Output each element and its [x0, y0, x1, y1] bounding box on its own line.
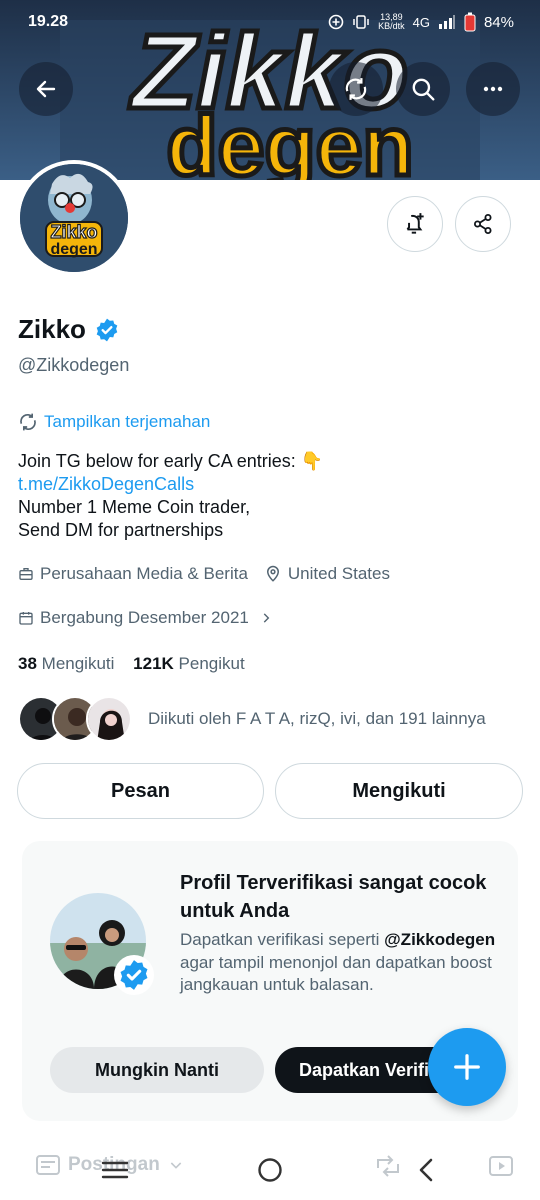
back-nav-icon[interactable] — [416, 1157, 436, 1183]
followed-by-text: Diikuti oleh F A T A, rizQ, ivi, dan 191… — [148, 709, 486, 728]
more-button[interactable] — [466, 62, 520, 116]
arrow-left-icon — [36, 80, 56, 98]
home-icon[interactable] — [256, 1156, 284, 1184]
share-icon — [474, 214, 492, 234]
promo-description: Dapatkan verifikasi seperti @Zikkodegen … — [180, 929, 500, 997]
avatar-image: Zikko degen — [20, 164, 128, 272]
bio-line-4: Send DM for partnerships — [18, 520, 224, 540]
profile-avatar[interactable]: Zikko degen — [16, 160, 132, 276]
promo-verified-badge — [114, 955, 154, 995]
battery-icon — [464, 12, 476, 32]
data-saver-icon — [328, 14, 344, 30]
briefcase-icon — [19, 568, 33, 580]
profile-location: United States — [287, 564, 390, 583]
bio-line-3: Number 1 Meme Coin trader, — [18, 497, 251, 517]
following-stat[interactable]: 38 Mengikuti — [18, 654, 114, 673]
profile-bio: Join TG below for early CA entries: 👇 t.… — [18, 450, 323, 542]
profile-joined: Bergabung Desember 2021 — [40, 608, 249, 627]
followers-stat[interactable]: 121K Pengikut — [133, 654, 245, 673]
profile-category: Perusahaan Media & Berita — [40, 564, 248, 583]
promo-desc-suffix: agar tampil menonjol dan dapatkan boost … — [180, 952, 492, 995]
translate-link[interactable]: Tampilkan terjemahan — [18, 412, 210, 432]
follow-stats: 38 Mengikuti 121K Pengikut — [18, 654, 245, 674]
recent-apps-icon[interactable] — [101, 1158, 129, 1182]
status-time: 19.28 — [28, 13, 69, 30]
search-icon — [412, 78, 435, 101]
bio-link[interactable]: t.me/ZikkoDegenCalls — [18, 473, 323, 496]
battery-level: 84% — [483, 13, 514, 31]
calendar-icon — [19, 612, 33, 625]
avatar-logo-line1: Zikko — [50, 222, 97, 242]
profile-handle: @Zikkodegen — [18, 355, 130, 375]
notify-button[interactable] — [387, 196, 443, 252]
follower-avatar — [86, 696, 132, 742]
translate-icon — [20, 413, 36, 431]
followed-by-row[interactable]: Diikuti oleh F A T A, rizQ, ivi, dan 191… — [18, 696, 486, 742]
status-icons: 13,89 KB/dtk 4G 84% — [328, 12, 514, 32]
system-nav-bar — [0, 1150, 540, 1200]
translate-label: Tampilkan terjemahan — [44, 412, 211, 431]
followers-label: Pengikut — [178, 654, 245, 673]
bio-line-1: Join TG below for early CA entries: 👇 — [18, 451, 324, 471]
following-button[interactable]: Mengikuti — [275, 763, 523, 819]
more-icon — [483, 86, 503, 92]
profile-name-row: Zikko — [18, 314, 120, 345]
share-button[interactable] — [455, 196, 511, 252]
joined-row[interactable]: Bergabung Desember 2021 — [18, 608, 273, 628]
translate-header-button[interactable] — [329, 62, 383, 116]
network-speed: 13,89 KB/dtk — [378, 13, 405, 31]
bell-plus-icon — [406, 213, 424, 234]
search-button[interactable] — [396, 62, 450, 116]
following-count: 38 — [18, 654, 37, 673]
avatar-logo-line2: degen — [50, 241, 97, 258]
location-icon — [266, 565, 279, 582]
vibrate-icon — [353, 15, 369, 29]
banner-title-line2: degen — [166, 99, 413, 180]
verified-badge-icon — [96, 318, 118, 341]
network-type: 4G — [412, 14, 430, 30]
profile-name: Zikko — [18, 314, 86, 344]
maybe-later-button[interactable]: Mungkin Nanti — [50, 1047, 264, 1093]
translate-icon — [345, 78, 367, 100]
verified-badge-icon — [120, 960, 148, 990]
profile-meta: Perusahaan Media & Berita United States — [18, 564, 390, 584]
status-bar: 19.28 13,89 KB/dtk 4G 84% — [0, 0, 540, 44]
promo-desc-prefix: Dapatkan verifikasi seperti — [180, 930, 380, 949]
signal-icon — [438, 15, 455, 29]
chevron-right-icon — [263, 613, 270, 623]
network-speed-unit: KB/dtk — [378, 21, 405, 31]
profile-banner[interactable]: Zikko degen 19.28 13,89 KB/dtk 4G 84% — [0, 0, 540, 180]
promo-title: Profil Terverifikasi sangat cocok untuk … — [180, 872, 487, 922]
compose-fab[interactable] — [428, 1028, 506, 1106]
following-label: Mengikuti — [41, 654, 115, 673]
message-button[interactable]: Pesan — [17, 763, 264, 819]
back-button[interactable] — [19, 62, 73, 116]
followers-count: 121K — [133, 654, 174, 673]
promo-desc-handle: @Zikkodegen — [384, 930, 496, 949]
plus-icon — [454, 1054, 480, 1080]
